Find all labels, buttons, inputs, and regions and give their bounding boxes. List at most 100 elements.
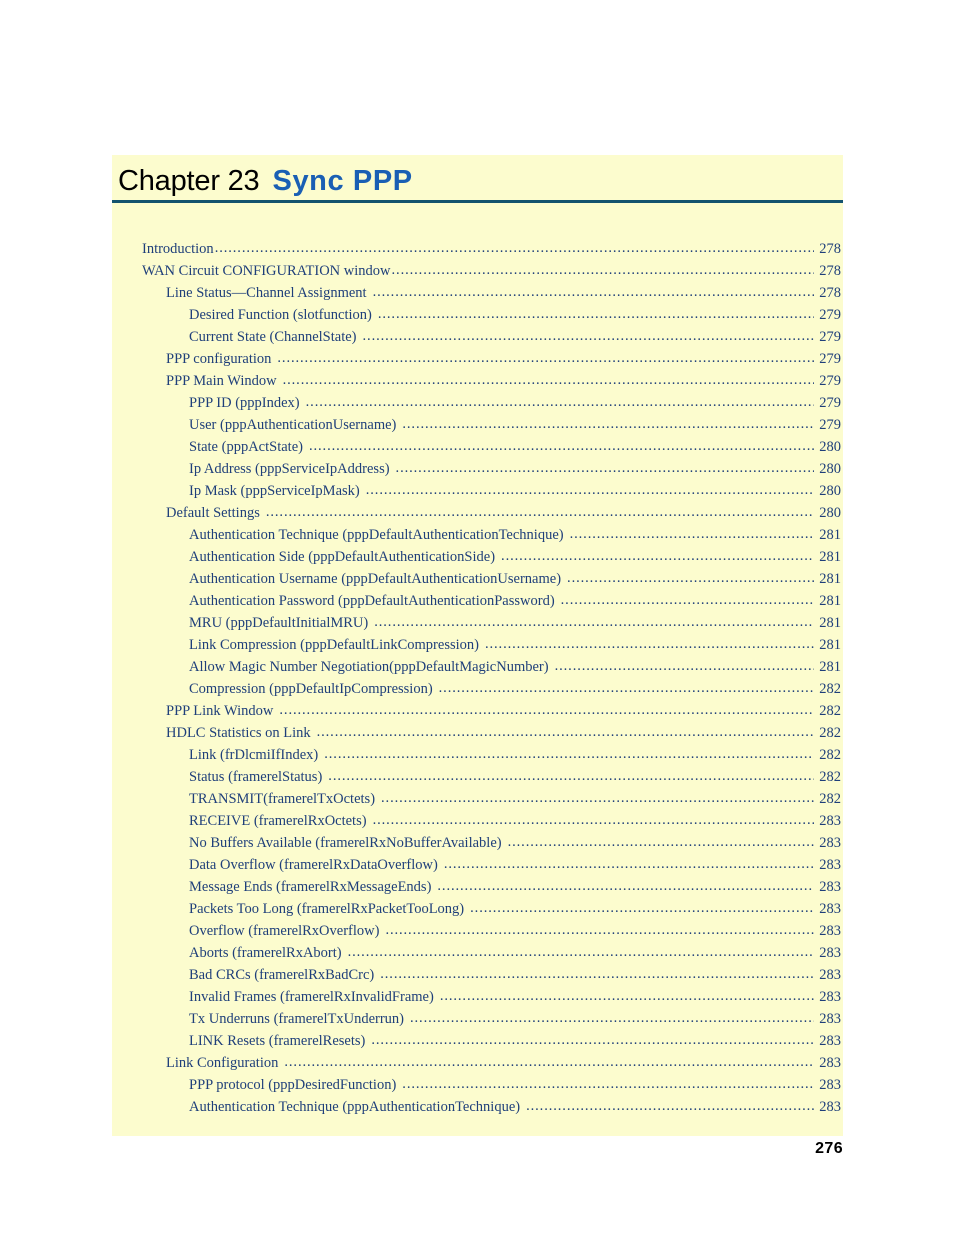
toc-entry-page: 282: [819, 769, 841, 785]
toc-entry[interactable]: Desired Function (slotfunction) 279: [112, 304, 843, 326]
toc-dot-leader: [470, 906, 814, 917]
toc-entry-page: 282: [819, 747, 841, 763]
toc-dot-leader: [324, 752, 814, 763]
toc-entry[interactable]: Authentication Side (pppDefaultAuthentic…: [112, 546, 843, 568]
toc-dot-leader: [570, 532, 814, 543]
toc-dot-leader: [284, 1060, 814, 1071]
toc-entry[interactable]: Authentication Username (pppDefaultAuthe…: [112, 568, 843, 590]
toc-entry[interactable]: Allow Magic Number Negotiation(pppDefaul…: [112, 656, 843, 678]
toc-entry[interactable]: Packets Too Long (framerelRxPacketTooLon…: [112, 898, 843, 920]
toc-entry[interactable]: Aborts (framerelRxAbort) 283: [112, 942, 843, 964]
toc-entry[interactable]: Data Overflow (framerelRxDataOverflow) 28…: [112, 854, 843, 876]
toc-dot-leader: [392, 268, 814, 279]
toc-entry-page: 281: [819, 593, 841, 609]
toc-entry[interactable]: Authentication Password (pppDefaultAuthe…: [112, 590, 843, 612]
toc-entry[interactable]: Overflow (framerelRxOverflow) 283: [112, 920, 843, 942]
toc-entry-page: 281: [819, 571, 841, 587]
toc-dot-leader: [381, 796, 814, 807]
toc-dot-leader: [373, 290, 814, 301]
toc-dot-leader: [508, 840, 814, 851]
toc-entry[interactable]: Status (framerelStatus) 282: [112, 766, 843, 788]
toc-dot-leader: [374, 620, 814, 631]
toc-dot-leader: [277, 356, 814, 367]
toc-entry[interactable]: Ip Mask (pppServiceIpMask) 280: [112, 480, 843, 502]
toc-entry[interactable]: LINK Resets (framerelResets) 283: [112, 1030, 843, 1052]
toc-entry[interactable]: User (pppAuthenticationUsername) 279: [112, 414, 843, 436]
page-title: Chapter 23 Sync PPP: [118, 163, 843, 199]
toc-entry[interactable]: Authentication Technique (pppAuthenticat…: [112, 1096, 843, 1118]
toc-entry[interactable]: Current State (ChannelState) 279: [112, 326, 843, 348]
toc-entry[interactable]: No Buffers Available (framerelRxNoBuffer…: [112, 832, 843, 854]
page-number: 276: [815, 1140, 843, 1157]
toc-entry-page: 279: [819, 417, 841, 433]
toc-entry[interactable]: Bad CRCs (framerelRxBadCrc) 283: [112, 964, 843, 986]
toc-entry[interactable]: Invalid Frames (framerelRxInvalidFrame) 2…: [112, 986, 843, 1008]
toc-entry[interactable]: Tx Underruns (framerelTxUnderrun) 283: [112, 1008, 843, 1030]
toc-entry-page: 282: [819, 791, 841, 807]
toc-entry[interactable]: MRU (pppDefaultInitialMRU) 281: [112, 612, 843, 634]
toc-entry[interactable]: Message Ends (framerelRxMessageEnds) 283: [112, 876, 843, 898]
toc-entry-label: No Buffers Available (framerelRxNoBuffer…: [189, 835, 502, 851]
toc-entry-label: Data Overflow (framerelRxDataOverflow): [189, 857, 438, 873]
toc-entry-label: Allow Magic Number Negotiation(pppDefaul…: [189, 659, 549, 675]
toc-dot-leader: [410, 1016, 814, 1027]
toc-dot-leader: [306, 400, 814, 411]
toc-dot-leader: [279, 708, 814, 719]
toc-entry-page: 283: [819, 1077, 841, 1093]
toc-entry[interactable]: Link (frDlcmiIfIndex) 282: [112, 744, 843, 766]
toc-entry[interactable]: Introduction 278: [112, 238, 843, 260]
toc-entry[interactable]: TRANSMIT(framerelTxOctets) 282: [112, 788, 843, 810]
toc-entry[interactable]: Link Configuration 283: [112, 1052, 843, 1074]
toc-entry[interactable]: Line Status—Channel Assignment 278: [112, 282, 843, 304]
toc-entry-page: 281: [819, 615, 841, 631]
toc-entry-label: PPP ID (pppIndex): [189, 395, 300, 411]
toc-entry[interactable]: Compression (pppDefaultIpCompression) 282: [112, 678, 843, 700]
toc-entry-label: Link Compression (pppDefaultLinkCompress…: [189, 637, 479, 653]
toc-dot-leader: [561, 598, 814, 609]
toc-entry-label: Link Configuration: [166, 1055, 279, 1071]
chapter-number-label: Chapter 23: [118, 165, 260, 197]
toc-entry-page: 279: [819, 351, 841, 367]
toc-entry-label: Default Settings: [166, 505, 260, 521]
toc-dot-leader: [555, 664, 814, 675]
toc-entry[interactable]: Ip Address (pppServiceIpAddress) 280: [112, 458, 843, 480]
toc-entry-label: Aborts (framerelRxAbort): [189, 945, 342, 961]
toc-dot-leader: [348, 950, 814, 961]
toc-dot-leader: [215, 246, 814, 257]
toc-entry-page: 283: [819, 1033, 841, 1049]
toc-entry[interactable]: PPP Main Window 279: [112, 370, 843, 392]
toc-dot-leader: [440, 994, 814, 1005]
toc-entry-label: Authentication Password (pppDefaultAuthe…: [189, 593, 555, 609]
toc-entry[interactable]: Authentication Technique (pppDefaultAuth…: [112, 524, 843, 546]
toc-entry-page: 281: [819, 637, 841, 653]
toc-dot-leader: [526, 1104, 814, 1115]
toc-entry-page: 279: [819, 329, 841, 345]
toc-entry-page: 282: [819, 703, 841, 719]
toc-entry[interactable]: RECEIVE (framerelRxOctets) 283: [112, 810, 843, 832]
toc-dot-leader: [380, 972, 814, 983]
toc-entry-label: User (pppAuthenticationUsername): [189, 417, 397, 433]
toc-entry[interactable]: HDLC Statistics on Link 282: [112, 722, 843, 744]
toc-entry[interactable]: PPP Link Window 282: [112, 700, 843, 722]
toc-entry-label: Status (framerelStatus): [189, 769, 323, 785]
toc-entry-label: Line Status—Channel Assignment: [166, 285, 367, 301]
toc-entry[interactable]: Link Compression (pppDefaultLinkCompress…: [112, 634, 843, 656]
toc-entry-label: PPP protocol (pppDesiredFunction): [189, 1077, 397, 1093]
toc-entry[interactable]: PPP protocol (pppDesiredFunction) 283: [112, 1074, 843, 1096]
toc-entry[interactable]: State (pppActState) 280: [112, 436, 843, 458]
chapter-header: Chapter 23 Sync PPP: [112, 155, 843, 200]
toc-entry[interactable]: WAN Circuit CONFIGURATION window 278: [112, 260, 843, 282]
toc-entry-label: Overflow (framerelRxOverflow): [189, 923, 380, 939]
toc-entry-label: WAN Circuit CONFIGURATION window: [142, 263, 391, 279]
toc-dot-leader: [328, 774, 814, 785]
toc-dot-leader: [373, 818, 814, 829]
toc-dot-leader: [317, 730, 814, 741]
toc-entry-label: Desired Function (slotfunction): [189, 307, 372, 323]
toc-entry-label: State (pppActState): [189, 439, 303, 455]
toc-entry[interactable]: PPP ID (pppIndex) 279: [112, 392, 843, 414]
toc-dot-leader: [402, 422, 814, 433]
toc-entry[interactable]: Default Settings 280: [112, 502, 843, 524]
toc-entry-label: Authentication Technique (pppAuthenticat…: [189, 1099, 521, 1115]
toc-entry[interactable]: PPP configuration 279: [112, 348, 843, 370]
toc-entry-page: 280: [819, 439, 841, 455]
